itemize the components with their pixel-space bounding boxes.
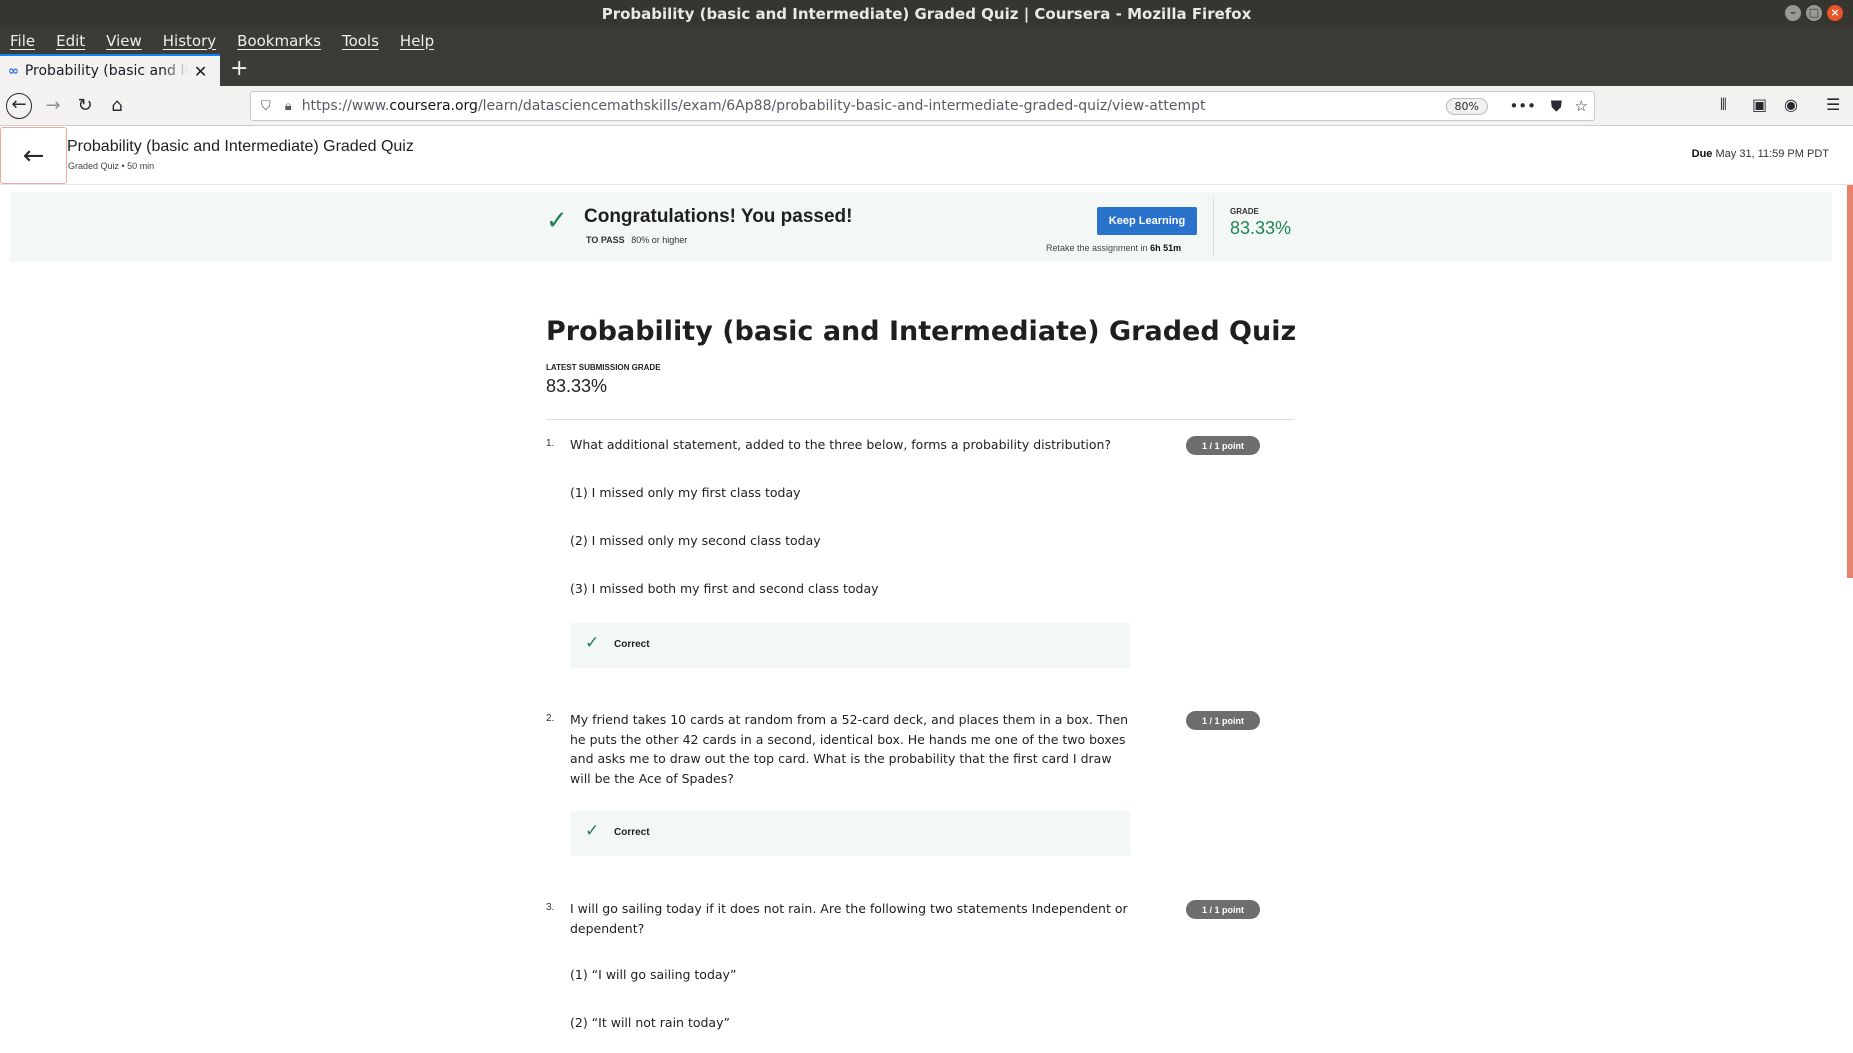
coursera-favicon-icon: ∞ [8, 63, 19, 79]
page-actions-icon[interactable]: ••• [1509, 97, 1536, 115]
grade-label: GRADE [1230, 207, 1259, 216]
account-icon[interactable]: ◉ [1784, 95, 1798, 114]
pocket-icon[interactable]: ⛊ [1551, 97, 1562, 115]
question-number: 3. [546, 902, 555, 913]
course-header: ← Probability (basic and Intermediate) G… [0, 126, 1853, 185]
bookmark-star-icon[interactable]: ☆ [1575, 97, 1588, 115]
forward-icon[interactable]: → [41, 94, 65, 118]
quiz-title: Probability (basic and Intermediate) Gra… [546, 316, 1297, 347]
back-icon[interactable]: ← [6, 93, 32, 119]
lock-icon[interactable]: 🔒︎ [285, 99, 292, 114]
grade-value: 83.33% [1230, 218, 1292, 238]
zoom-level[interactable]: 80% [1445, 98, 1488, 115]
feedback-label: Correct [614, 639, 650, 650]
menu-edit[interactable]: Edit [56, 32, 85, 50]
close-icon[interactable]: × [1827, 5, 1843, 21]
new-tab-icon[interactable]: + [230, 56, 248, 81]
minimize-icon[interactable]: – [1785, 5, 1801, 21]
reload-icon[interactable]: ↻ [73, 94, 97, 118]
page-scrollbar[interactable] [1847, 185, 1853, 578]
answer-feedback: ✓ Correct [570, 623, 1130, 668]
question-text: My friend takes 10 cards at random from … [570, 712, 1129, 786]
tab-close-icon[interactable]: ✕ [194, 62, 207, 81]
banner-divider [1213, 198, 1214, 256]
menu-view[interactable]: View [106, 32, 142, 50]
due-date: Due May 31, 11:59 PM PDT [1691, 148, 1829, 160]
menu-tools[interactable]: Tools [342, 32, 379, 50]
url-text[interactable]: https://www.coursera.org/learn/datascien… [302, 98, 1206, 114]
sidebar-icon[interactable]: ▣ [1752, 95, 1767, 114]
to-pass-requirement: TO PASS 80% or higher [586, 235, 688, 245]
window-title: Probability (basic and Intermediate) Gra… [601, 4, 1252, 23]
latest-grade-value: 83.33% [546, 376, 608, 396]
window-titlebar: Probability (basic and Intermediate) Gra… [0, 0, 1853, 27]
tracking-shield-icon[interactable]: ⛉ [261, 99, 271, 114]
navigation-toolbar: ← → ↻ ⌂ ⛉ 🔒︎ https://www.coursera.org/le… [0, 86, 1853, 126]
points-badge: 1 / 1 point [1186, 711, 1260, 730]
home-icon[interactable]: ⌂ [105, 94, 129, 118]
window-controls: – □ × [1785, 5, 1843, 21]
feedback-label: Correct [614, 827, 650, 838]
keep-learning-button[interactable]: Keep Learning [1097, 207, 1197, 235]
answer-feedback: ✓ Correct [570, 811, 1130, 856]
question-text: I will go sailing today if it does not r… [570, 901, 1128, 936]
section-divider [546, 419, 1295, 420]
points-badge: 1 / 1 point [1186, 436, 1260, 455]
passed-check-icon: ✓ [546, 206, 568, 236]
tab-title: Probability (basic and Intermediate) Gra… [24, 63, 188, 79]
url-bar[interactable]: ⛉ 🔒︎ https://www.coursera.org/learn/data… [250, 91, 1595, 121]
header-subtitle: Graded Quiz • 50 min [68, 161, 155, 171]
question-option: (3) I missed both my first and second cl… [570, 581, 879, 596]
latest-grade-label: LATEST SUBMISSION GRADE [546, 363, 661, 372]
header-title: Probability (basic and Intermediate) Gra… [67, 138, 414, 155]
question-option: (2) I missed only my second class today [570, 533, 821, 548]
question-option: (2) “It will not rain today” [570, 1015, 730, 1030]
maximize-icon[interactable]: □ [1806, 5, 1822, 21]
menu-bar: File Edit View History Bookmarks Tools H… [0, 27, 1853, 54]
correct-check-icon: ✓ [585, 633, 600, 653]
question-number: 1. [546, 438, 555, 449]
pass-message: Congratulations! You passed! [584, 206, 853, 227]
points-badge: 1 / 1 point [1186, 900, 1260, 919]
menu-help[interactable]: Help [400, 32, 434, 50]
correct-check-icon: ✓ [585, 821, 600, 841]
result-banner: ✓ Congratulations! You passed! TO PASS 8… [10, 192, 1832, 262]
question-option: (1) “I will go sailing today” [570, 967, 737, 982]
question-option: (1) I missed only my first class today [570, 485, 801, 500]
tab-bar: ∞ Probability (basic and Intermediate) G… [0, 54, 1853, 86]
menu-hamburger-icon[interactable]: ☰ [1826, 95, 1840, 114]
question-number: 2. [546, 713, 555, 724]
menu-bookmarks[interactable]: Bookmarks [237, 32, 321, 50]
library-icon[interactable]: ⫴ [1720, 95, 1727, 115]
back-arrow-icon[interactable]: ← [0, 127, 67, 184]
menu-file[interactable]: File [10, 32, 35, 50]
page-content: ← Probability (basic and Intermediate) G… [0, 126, 1853, 1053]
retake-info: Retake the assignment in 6h 51m [1046, 243, 1182, 253]
question-text: What additional statement, added to the … [570, 437, 1112, 452]
menu-history[interactable]: History [163, 32, 216, 50]
tab-active[interactable]: ∞ Probability (basic and Intermediate) G… [0, 54, 220, 86]
